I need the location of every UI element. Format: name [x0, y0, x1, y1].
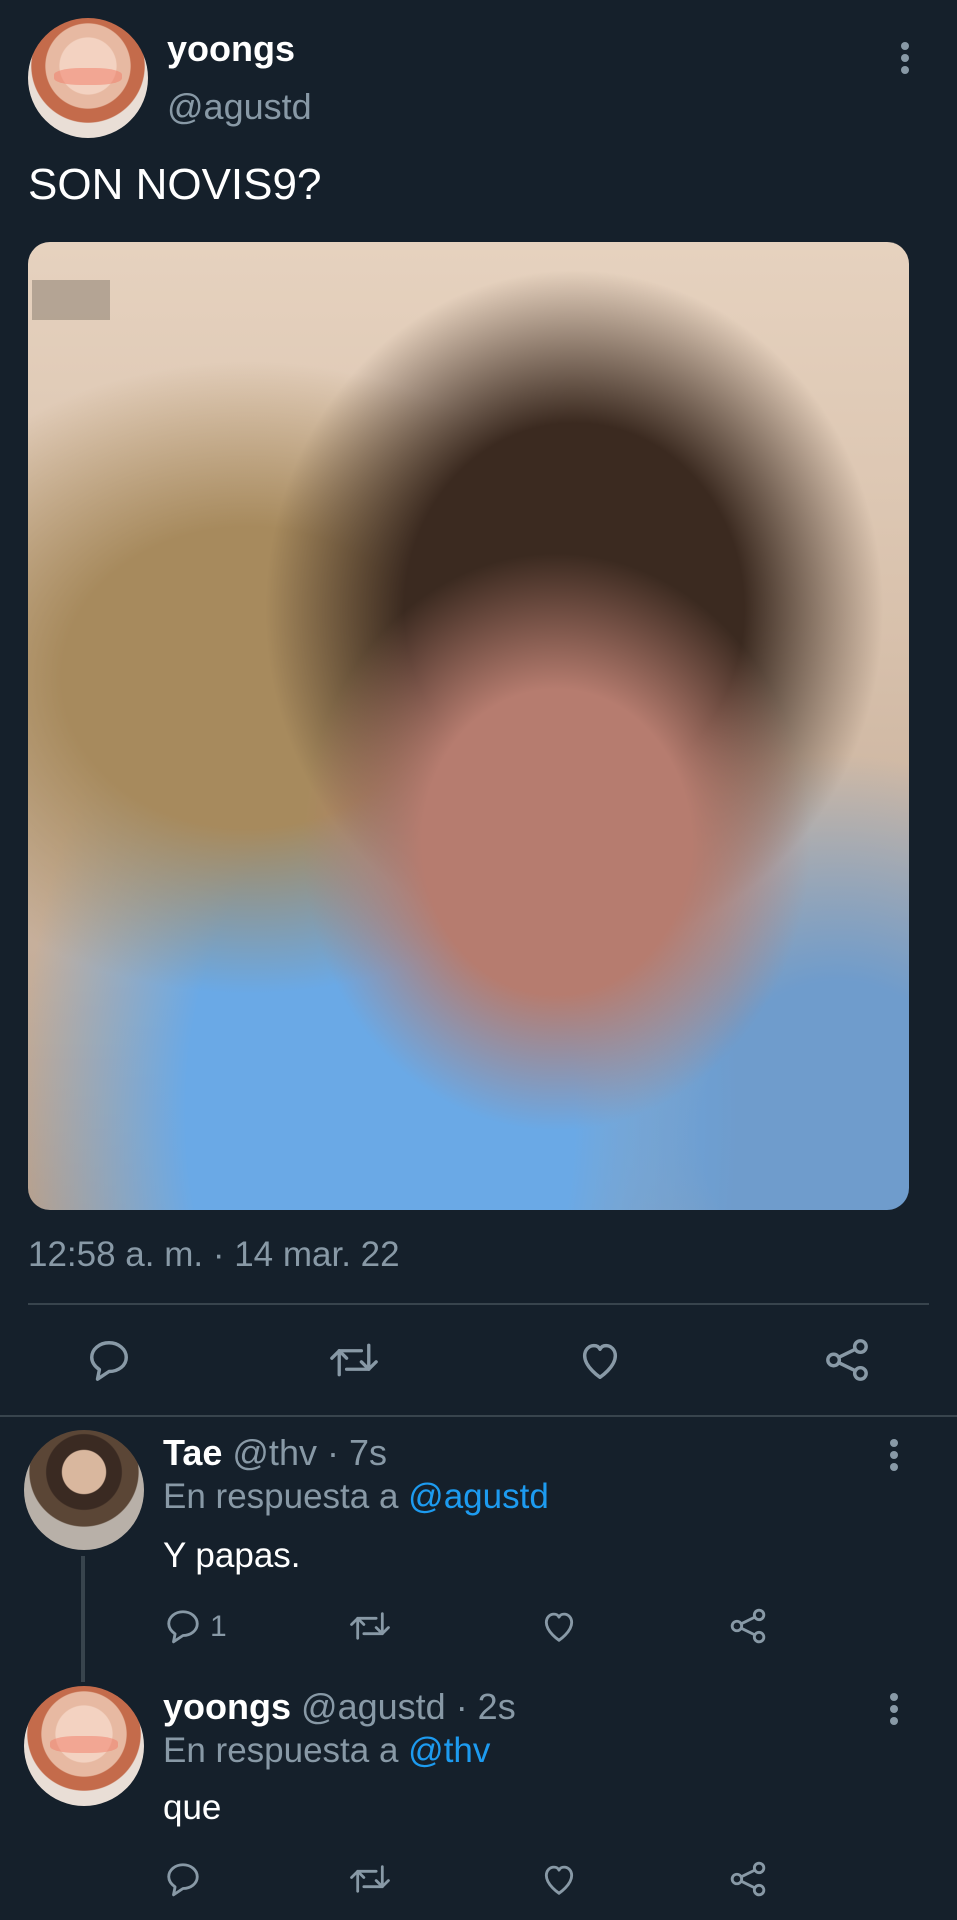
- relative-time[interactable]: · 2s: [456, 1686, 516, 1727]
- reply-context: En respuesta a @thv: [163, 1731, 490, 1771]
- reply-header: Tae @thv · 7s: [163, 1432, 387, 1474]
- reply-to-link[interactable]: @agustd: [408, 1477, 549, 1516]
- reply-to-prefix: En respuesta a: [163, 1477, 399, 1516]
- sunglasses-decoration: [50, 1736, 118, 1754]
- avatar[interactable]: [24, 1686, 144, 1806]
- like-icon[interactable]: [540, 1860, 578, 1898]
- divider: [28, 1303, 929, 1305]
- reply-icon[interactable]: [164, 1860, 202, 1898]
- timestamp[interactable]: 12:58 a. m. · 14 mar. 22: [28, 1235, 400, 1275]
- reply-header: yoongs @agustd · 2s: [163, 1686, 516, 1728]
- avatar[interactable]: [28, 18, 148, 138]
- more-vertical-icon[interactable]: [888, 1438, 900, 1472]
- reply-context: En respuesta a @agustd: [163, 1477, 549, 1517]
- avatar[interactable]: [24, 1430, 144, 1550]
- retweet-icon[interactable]: [350, 1860, 390, 1898]
- sunglasses-decoration: [54, 68, 122, 86]
- share-icon[interactable]: [824, 1337, 870, 1383]
- retweet-icon[interactable]: [330, 1337, 378, 1383]
- share-icon[interactable]: [729, 1607, 767, 1645]
- reply-count: 1: [210, 1610, 227, 1643]
- reply-icon[interactable]: [86, 1337, 132, 1383]
- photo-detail: [32, 280, 110, 320]
- handle[interactable]: @agustd: [167, 86, 312, 128]
- more-vertical-icon[interactable]: [899, 40, 911, 76]
- relative-time[interactable]: · 7s: [327, 1432, 387, 1473]
- reply-text: que: [163, 1788, 222, 1827]
- display-name[interactable]: Tae: [163, 1432, 222, 1473]
- like-icon[interactable]: [577, 1337, 623, 1383]
- handle[interactable]: @thv: [232, 1432, 317, 1473]
- like-icon[interactable]: [540, 1607, 578, 1645]
- more-vertical-icon[interactable]: [888, 1692, 900, 1726]
- reply-icon[interactable]: [164, 1607, 202, 1645]
- thread-line: [81, 1556, 85, 1682]
- handle[interactable]: @agustd: [301, 1686, 446, 1727]
- tweet-photo[interactable]: [28, 242, 909, 1210]
- retweet-icon[interactable]: [350, 1607, 390, 1645]
- reply-to-link[interactable]: @thv: [408, 1731, 490, 1770]
- reply-to-prefix: En respuesta a: [163, 1731, 399, 1770]
- display-name[interactable]: yoongs: [167, 28, 295, 70]
- share-icon[interactable]: [729, 1860, 767, 1898]
- tweet-text: SON NOVIS9?: [28, 160, 322, 209]
- display-name[interactable]: yoongs: [163, 1686, 291, 1727]
- divider: [0, 1415, 957, 1417]
- reply-text: Y papas.: [163, 1536, 301, 1575]
